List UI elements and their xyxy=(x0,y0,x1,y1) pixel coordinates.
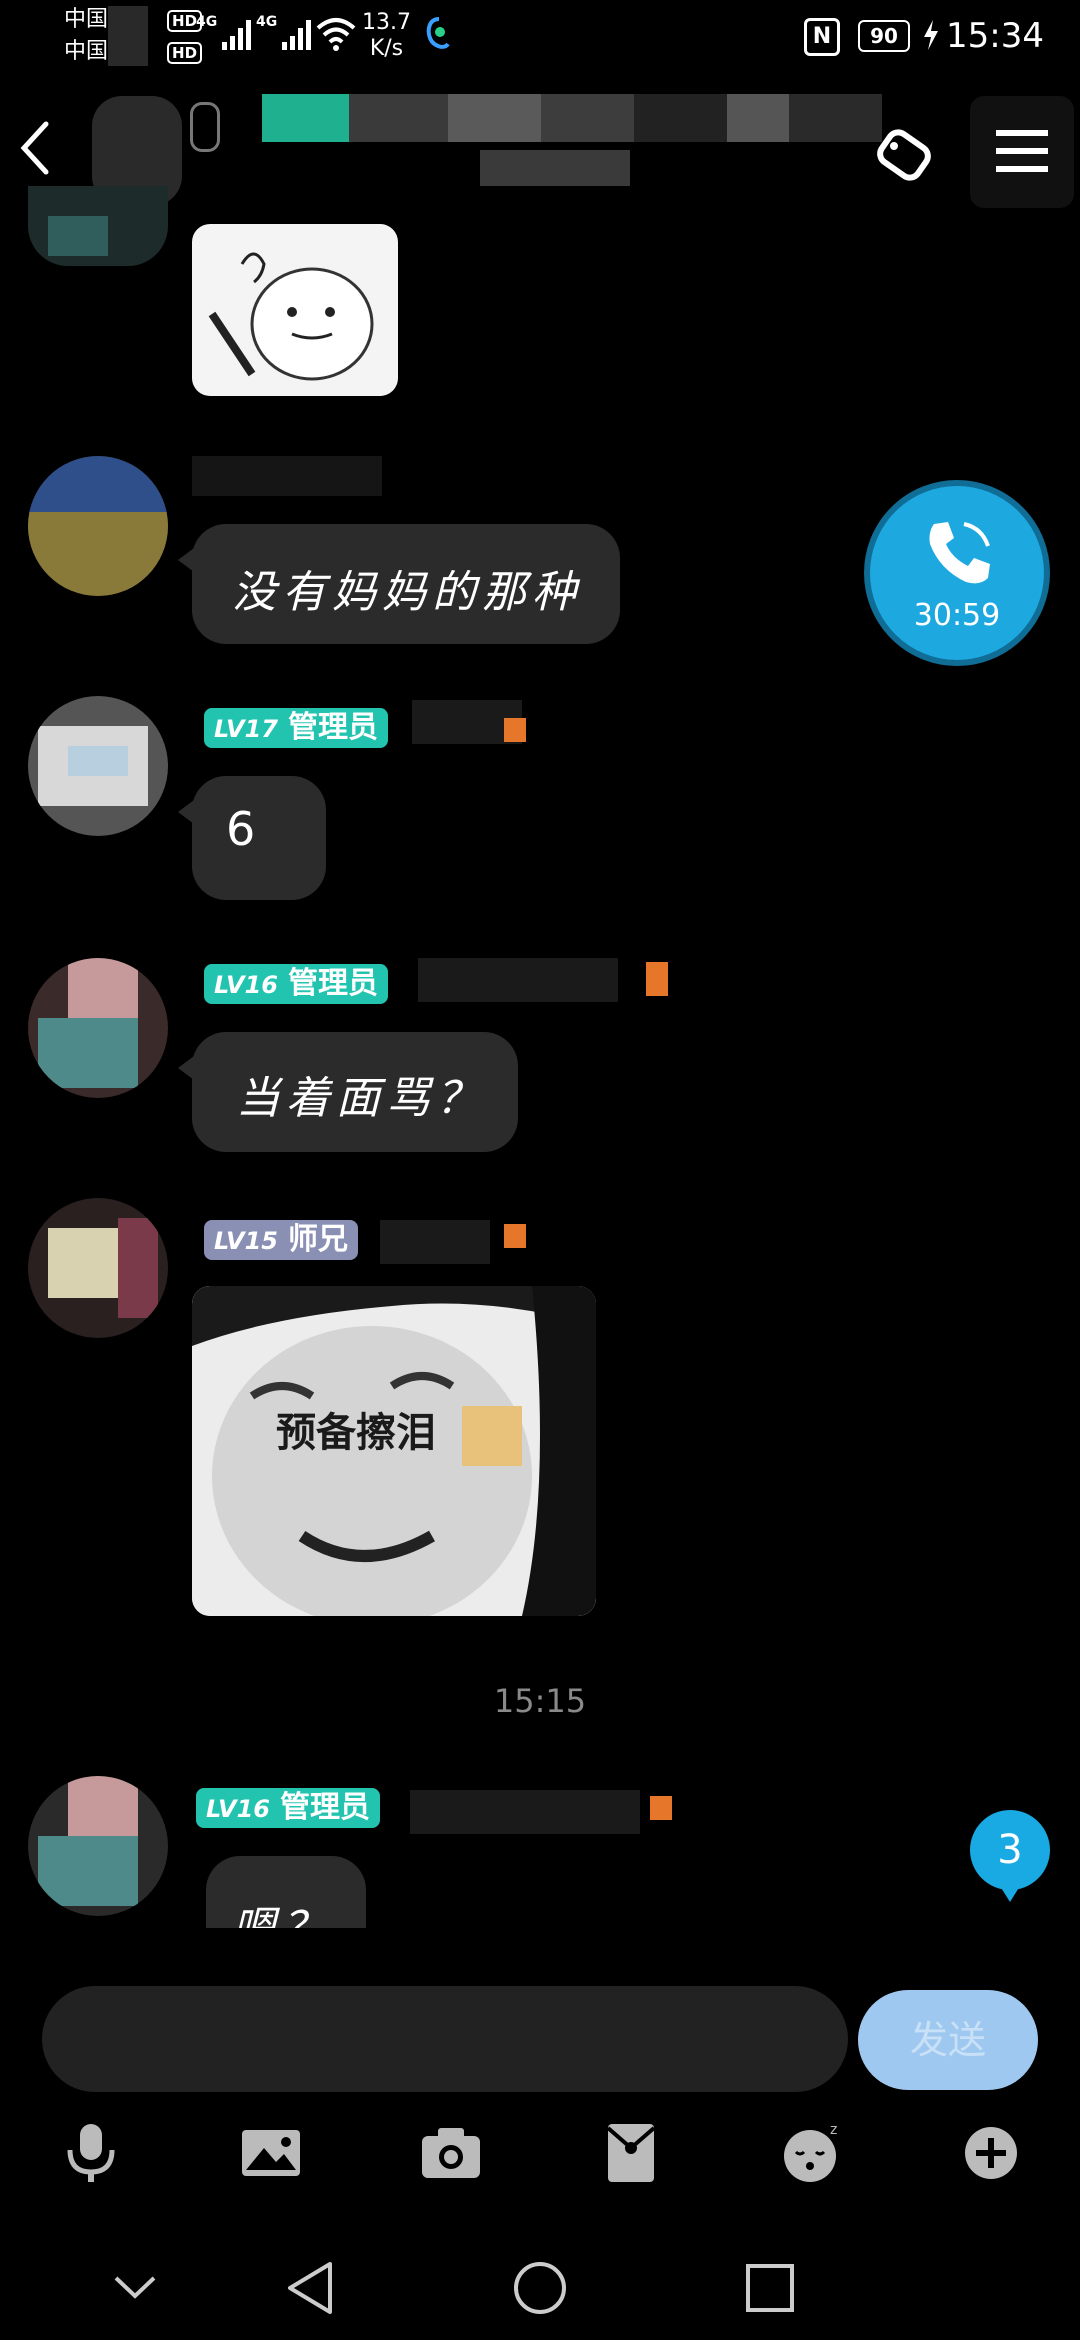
wifi-icon xyxy=(316,18,356,51)
role-label: 管理员 xyxy=(279,1790,370,1825)
nickname-blurred xyxy=(418,958,618,1002)
admin-badge: LV16 管理员 xyxy=(196,1788,380,1828)
plus-icon[interactable] xyxy=(956,2118,1026,2188)
send-button[interactable]: 发送 xyxy=(858,1990,1038,2090)
role-label: 管理员 xyxy=(287,710,378,745)
nav-home-icon[interactable] xyxy=(512,2260,568,2316)
message-text: 嗯？ xyxy=(232,1892,332,1928)
svg-text:z: z xyxy=(830,2122,837,2138)
speed-unit: K/s xyxy=(369,36,404,61)
sticker-image[interactable]: 预备擦泪 xyxy=(192,1286,596,1616)
admin-badge: LV16 管理员 xyxy=(204,964,388,1004)
message-input[interactable] xyxy=(42,1986,848,2092)
role-label: 师兄 xyxy=(287,1222,348,1257)
message-bubble[interactable]: 嗯？ xyxy=(206,1856,366,1928)
sticker-image[interactable] xyxy=(192,224,398,396)
nav-back-icon[interactable] xyxy=(284,2260,336,2316)
carrier-1-label: 中国 xyxy=(64,7,109,32)
nickname-blurred xyxy=(380,1220,490,1264)
message-text: 当着面骂？ xyxy=(236,1073,486,1124)
camera-icon[interactable] xyxy=(416,2118,486,2188)
admin-badge: LV17 管理员 xyxy=(204,708,388,748)
message-bubble[interactable]: 当着面骂？ xyxy=(178,1032,518,1152)
chevron-down-icon[interactable] xyxy=(110,2270,160,2306)
carrier-1: 中国 HD xyxy=(64,6,203,66)
badge-flair xyxy=(650,1796,672,1820)
status-bar: 中国 HD 中国 HD 4G 4G 13.7 K/s N 90 15:34 xyxy=(0,0,1080,76)
network-type: 4G xyxy=(256,14,278,30)
avatar[interactable] xyxy=(28,696,168,836)
message-text: 没有妈妈的那种 xyxy=(232,567,582,618)
ongoing-call-button[interactable]: 30:59 xyxy=(864,480,1050,666)
unread-count: 3 xyxy=(997,1827,1023,1873)
avatar[interactable] xyxy=(28,456,168,596)
red-packet-icon[interactable] xyxy=(596,2118,666,2188)
sticker-caption: 预备擦泪 xyxy=(276,1410,436,1456)
avatar[interactable] xyxy=(28,186,168,266)
phone-icon xyxy=(929,522,990,584)
assistant-icon xyxy=(426,17,450,49)
clock: 15:34 xyxy=(946,16,1044,56)
senior-badge: LV15 师兄 xyxy=(204,1220,358,1260)
chevron-left-icon[interactable] xyxy=(16,118,52,178)
level-label: LV17 xyxy=(214,715,278,743)
level-label: LV15 xyxy=(214,1227,278,1255)
sticker-drawing xyxy=(208,252,374,381)
carrier-2-label: 中国 xyxy=(64,39,109,64)
time-divider: 15:15 xyxy=(493,1682,587,1720)
link-icon xyxy=(190,102,220,152)
group-subtitle-blurred xyxy=(480,150,630,186)
charging-icon xyxy=(924,20,938,50)
carrier-2: 中国 HD xyxy=(64,38,203,66)
group-name-blurred[interactable] xyxy=(262,94,882,142)
image-icon[interactable] xyxy=(236,2118,306,2188)
speed-value: 13.7 xyxy=(362,10,411,35)
system-nav-bar xyxy=(0,2240,1080,2340)
role-label: 管理员 xyxy=(287,966,378,1001)
signal-icon: 4G xyxy=(256,14,312,50)
unread-count-badge[interactable]: 3 xyxy=(970,1810,1050,1902)
message-bubble[interactable]: 6 xyxy=(178,776,326,900)
battery-level: 90 xyxy=(858,20,910,52)
message-clip: 嗯？ xyxy=(0,1856,1080,1928)
nav-recents-icon[interactable] xyxy=(744,2262,796,2314)
network-speed: 13.7 K/s xyxy=(362,10,411,62)
tag-icon[interactable] xyxy=(868,118,944,194)
avatar[interactable] xyxy=(28,1198,168,1338)
nickname-blurred xyxy=(410,1790,640,1834)
level-label: LV16 xyxy=(206,1795,270,1823)
emoji-icon[interactable]: z xyxy=(776,2118,846,2188)
menu-button[interactable] xyxy=(970,96,1074,208)
signal-icon: 4G xyxy=(196,14,252,50)
nickname-blurred xyxy=(192,456,382,496)
badge-flair xyxy=(504,1224,526,1248)
network-type: 4G xyxy=(196,14,218,30)
badge-flair xyxy=(646,962,668,996)
level-label: LV16 xyxy=(214,971,278,999)
microphone-icon[interactable] xyxy=(56,2118,126,2188)
call-timer: 30:59 xyxy=(913,598,1001,633)
message-text: 6 xyxy=(226,802,256,856)
badge-flair xyxy=(504,718,526,742)
message-bubble[interactable]: 没有妈妈的那种 xyxy=(178,524,620,644)
nfc-icon: N xyxy=(804,18,840,56)
hamburger-icon xyxy=(996,130,1048,172)
avatar[interactable] xyxy=(28,958,168,1098)
